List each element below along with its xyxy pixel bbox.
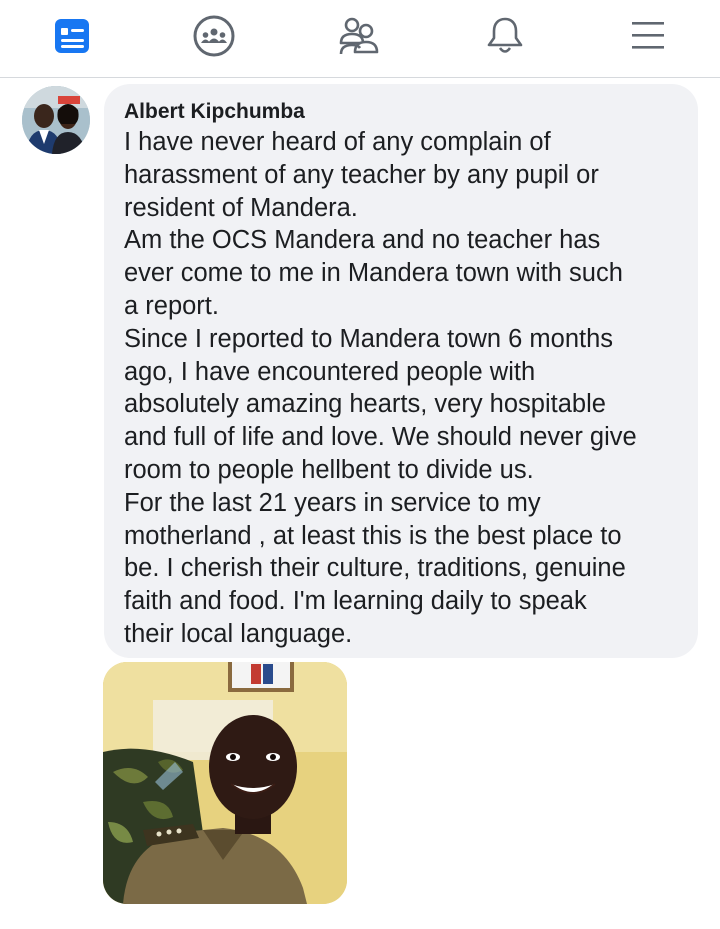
- friends-tab[interactable]: [335, 12, 383, 60]
- comment-author-name[interactable]: Albert Kipchumba: [124, 98, 680, 126]
- top-navigation-bar: [0, 0, 720, 78]
- avatar[interactable]: [22, 86, 90, 154]
- groups-tab[interactable]: [190, 12, 238, 60]
- menu-icon: [632, 22, 664, 49]
- profile-photo: [22, 86, 90, 154]
- groups-icon: [193, 15, 235, 57]
- notifications-bell-icon: [487, 17, 523, 53]
- friends-icon: [339, 17, 379, 55]
- comment-attached-photo[interactable]: [103, 662, 347, 904]
- comment-bubble: Albert Kipchumba I have never heard of a…: [104, 84, 698, 658]
- news-feed-icon: [55, 19, 89, 53]
- news-feed-tab[interactable]: [48, 12, 96, 60]
- notifications-tab[interactable]: [481, 12, 529, 60]
- attached-photo-image: [103, 662, 347, 904]
- comment-text: I have never heard of any complain of ha…: [124, 128, 637, 648]
- menu-tab[interactable]: [624, 12, 672, 60]
